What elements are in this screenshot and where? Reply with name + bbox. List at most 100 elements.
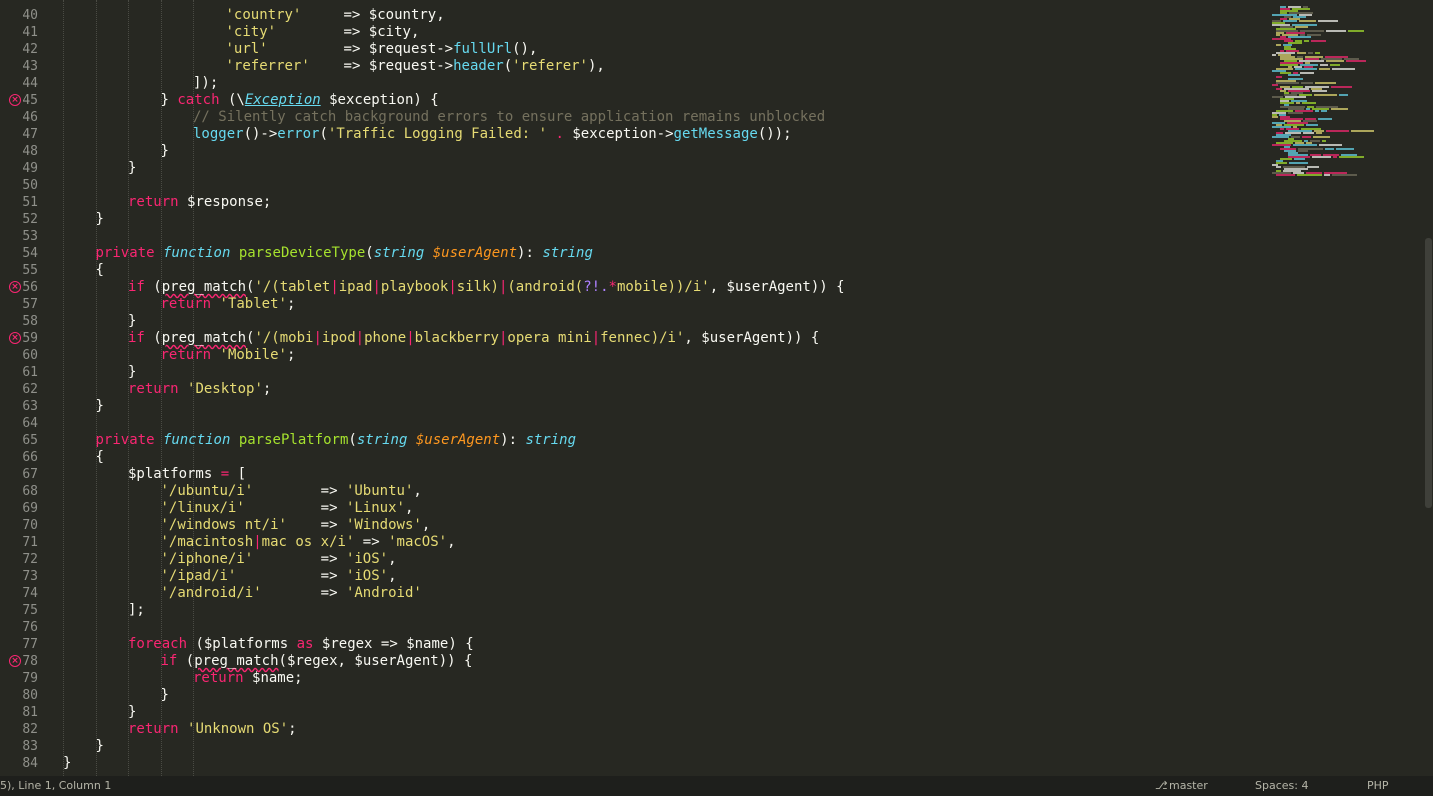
gutter-line[interactable]: 52	[0, 211, 50, 228]
gutter-line[interactable]: 64	[0, 415, 50, 432]
gutter-line[interactable]: 81	[0, 704, 50, 721]
code-line[interactable]: {	[96, 449, 104, 466]
gutter-line[interactable]: 40	[0, 7, 50, 24]
code-line[interactable]: }	[128, 160, 136, 177]
gutter-line[interactable]: 47	[0, 126, 50, 143]
gutter-line[interactable]: 61	[0, 364, 50, 381]
code-line[interactable]: if (preg_match('/(mobi|ipod|phone|blackb…	[128, 330, 819, 347]
code-line[interactable]: return 'Tablet';	[161, 296, 296, 313]
code-line[interactable]: }	[128, 704, 136, 721]
gutter-line[interactable]: 55	[0, 262, 50, 279]
gutter-line[interactable]: × 78	[0, 653, 50, 670]
gutter-line[interactable]: 63	[0, 398, 50, 415]
code-line[interactable]: foreach ($platforms as $regex => $name) …	[128, 636, 474, 653]
gutter-line[interactable]: × 56	[0, 279, 50, 296]
gutter-line[interactable]: 54	[0, 245, 50, 262]
code-line[interactable]: private function parsePlatform(string $u…	[96, 432, 577, 449]
error-circle-icon[interactable]: ×	[9, 332, 21, 344]
code-line[interactable]: '/macintosh|mac os x/i' => 'macOS',	[161, 534, 456, 551]
gutter-line[interactable]: 65	[0, 432, 50, 449]
scrollbar-thumb[interactable]	[1425, 238, 1432, 508]
code-line[interactable]: 'url' => $request->fullUrl(),	[226, 41, 538, 58]
code-line[interactable]: '/linux/i' => 'Linux',	[161, 500, 414, 517]
code-line[interactable]: }	[128, 364, 136, 381]
minimap[interactable]	[1272, 0, 1422, 776]
code-line[interactable]: ]);	[193, 75, 218, 92]
gutter-line[interactable]: 77	[0, 636, 50, 653]
code-token: ,	[413, 483, 422, 499]
code-line[interactable]: 'city' => $city,	[226, 24, 420, 41]
code-line[interactable]: 'country' => $country,	[226, 7, 445, 24]
gutter-line[interactable]: 50	[0, 177, 50, 194]
gutter-line[interactable]: 72	[0, 551, 50, 568]
gutter-line[interactable]: 60	[0, 347, 50, 364]
code-line[interactable]: }	[128, 313, 136, 330]
code-line[interactable]: }	[161, 143, 169, 160]
code-line[interactable]: return 'Mobile';	[161, 347, 296, 364]
gutter-line[interactable]: 46	[0, 109, 50, 126]
gutter-line[interactable]: 57	[0, 296, 50, 313]
code-line[interactable]: '/ipad/i' => 'iOS',	[161, 568, 397, 585]
error-circle-icon[interactable]: ×	[9, 281, 21, 293]
gutter-line[interactable]: 42	[0, 41, 50, 58]
code-line[interactable]: '/android/i' => 'Android'	[161, 585, 422, 602]
gutter-line[interactable]: 84	[0, 755, 50, 772]
code-area[interactable]: 'country' => $country,'city' => $city,'u…	[63, 0, 1268, 776]
gutter-line[interactable]: 75	[0, 602, 50, 619]
code-line[interactable]: return $response;	[128, 194, 271, 211]
gutter-line[interactable]: 74	[0, 585, 50, 602]
gutter-line[interactable]: 43	[0, 58, 50, 75]
gutter-line[interactable]: 48	[0, 143, 50, 160]
code-line[interactable]: return 'Desktop';	[128, 381, 271, 398]
code-line[interactable]: if (preg_match('/(tablet|ipad|playbook|s…	[128, 279, 845, 296]
line-number: 47	[22, 127, 38, 142]
code-line[interactable]: } catch (\Exception $exception) {	[161, 92, 439, 109]
code-line[interactable]: }	[161, 687, 169, 704]
gutter-line[interactable]: 58	[0, 313, 50, 330]
gutter-line[interactable]: 44	[0, 75, 50, 92]
gutter-line[interactable]: 62	[0, 381, 50, 398]
code-token: $platforms	[128, 466, 213, 482]
code-line[interactable]: return 'Unknown OS';	[128, 721, 297, 738]
gutter-line[interactable]: 51	[0, 194, 50, 211]
gutter-line[interactable]: 41	[0, 24, 50, 41]
code-line[interactable]: if (preg_match($regex, $userAgent)) {	[161, 653, 473, 670]
code-line[interactable]: }	[63, 755, 71, 772]
gutter-line[interactable]: 66	[0, 449, 50, 466]
code-line[interactable]: private function parseDeviceType(string …	[96, 245, 593, 262]
code-line[interactable]: logger()->error('Traffic Logging Failed:…	[193, 126, 792, 143]
code-line[interactable]: }	[96, 211, 104, 228]
gutter-line[interactable]: 76	[0, 619, 50, 636]
gutter-line[interactable]: 83	[0, 738, 50, 755]
code-line[interactable]: }	[96, 398, 104, 415]
code-line[interactable]: '/iphone/i' => 'iOS',	[161, 551, 397, 568]
code-editor[interactable]: 40 41 42 43 44 × 45 46 47 48 49 50 51 52 53 54 55 × 56 57 58…	[0, 0, 1433, 776]
gutter-line[interactable]: 53	[0, 228, 50, 245]
code-line[interactable]: $platforms = [	[128, 466, 246, 483]
gutter-line[interactable]: 71	[0, 534, 50, 551]
code-line[interactable]: '/ubuntu/i' => 'Ubuntu',	[161, 483, 422, 500]
syntax-selector[interactable]: PHP	[1367, 776, 1389, 796]
error-circle-icon[interactable]: ×	[9, 655, 21, 667]
error-circle-icon[interactable]: ×	[9, 94, 21, 106]
code-line[interactable]: 'referrer' => $request->header('referer'…	[226, 58, 605, 75]
code-line[interactable]: ];	[128, 602, 145, 619]
gutter-line[interactable]: 70	[0, 517, 50, 534]
code-line[interactable]: {	[96, 262, 104, 279]
code-line[interactable]: return $name;	[193, 670, 303, 687]
gutter-line[interactable]: 68	[0, 483, 50, 500]
gutter-line[interactable]: 67	[0, 466, 50, 483]
code-line[interactable]: }	[96, 738, 104, 755]
gutter-line[interactable]: 49	[0, 160, 50, 177]
gutter-line[interactable]: 69	[0, 500, 50, 517]
gutter-line[interactable]: × 45	[0, 92, 50, 109]
gutter-line[interactable]: 82	[0, 721, 50, 738]
gutter-line[interactable]: × 59	[0, 330, 50, 347]
code-line[interactable]: // Silently catch background errors to e…	[193, 109, 825, 126]
indentation-setting[interactable]: Spaces: 4	[1255, 776, 1308, 796]
gutter-line[interactable]: 79	[0, 670, 50, 687]
gutter-line[interactable]: 73	[0, 568, 50, 585]
gutter-line[interactable]: 80	[0, 687, 50, 704]
git-branch-indicator[interactable]: ⎇master	[1155, 776, 1208, 796]
code-line[interactable]: '/windows nt/i' => 'Windows',	[161, 517, 431, 534]
